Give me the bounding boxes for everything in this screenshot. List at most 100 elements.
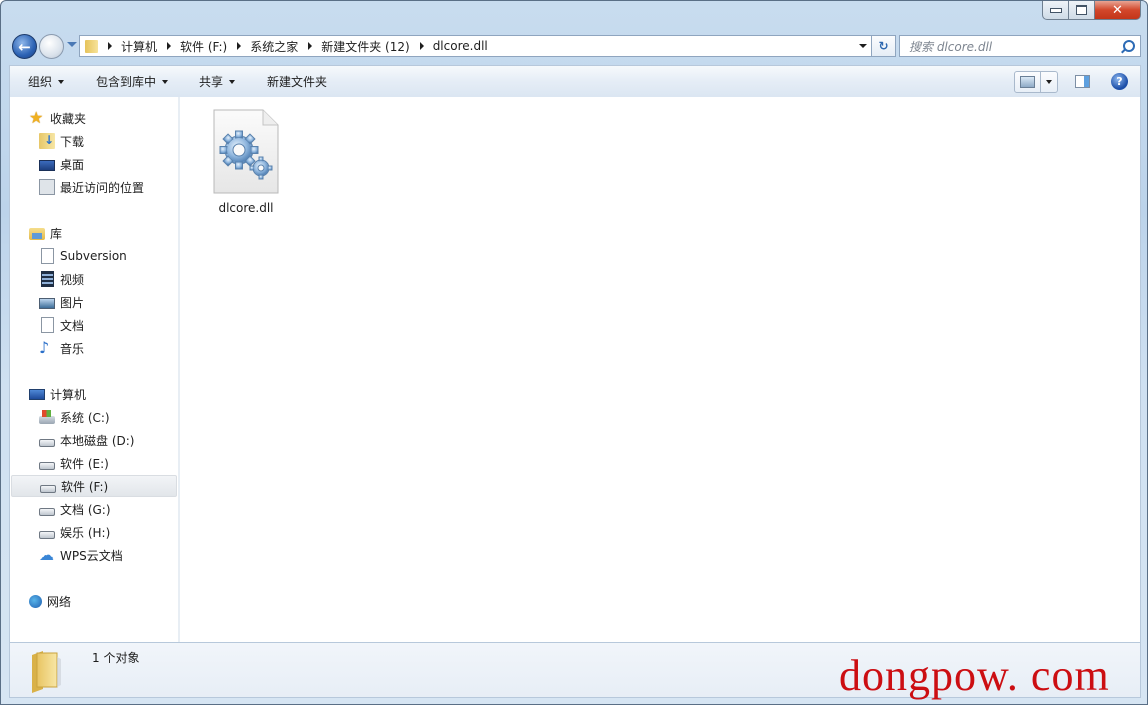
sidebar-item-subversion[interactable]: Subversion (39, 245, 127, 267)
sidebar-label: 计算机 (50, 387, 87, 402)
recent-pages-dropdown[interactable] (67, 42, 77, 47)
sidebar-item-music[interactable]: ♪ 音乐 (39, 337, 84, 359)
sidebar-item-pictures[interactable]: 图片 (39, 291, 84, 313)
view-options-dropdown[interactable] (1041, 72, 1057, 92)
star-icon: ★ (29, 108, 44, 127)
file-name: dlcore.dll (218, 201, 274, 215)
sidebar-label: 文档 (60, 318, 85, 333)
new-folder-button[interactable]: 新建文件夹 (267, 73, 327, 90)
sidebar-item-wps-cloud[interactable]: ☁ WPS云文档 (39, 544, 123, 566)
chevron-down-icon (229, 79, 236, 84)
sidebar-item-drive-g[interactable]: 文档 (G:) (39, 498, 111, 520)
sidebar-label: 收藏夹 (50, 111, 87, 126)
sidebar-item-recent-places[interactable]: 最近访问的位置 (39, 176, 144, 198)
chevron-down-icon (162, 79, 169, 84)
breadcrumb-xitongzhijia[interactable]: 系统之家 (250, 38, 298, 55)
folder-icon (85, 39, 98, 53)
network-icon (29, 594, 42, 608)
address-bar[interactable]: 计算机 软件 (F:) 系统之家 新建文件夹 (12) dlcore.dll (79, 35, 872, 57)
sidebar-label: 系统 (C:) (60, 410, 110, 425)
breadcrumb-drive-f[interactable]: 软件 (F:) (180, 38, 227, 55)
sidebar-item-drive-f[interactable]: 软件 (F:) (11, 475, 177, 497)
address-history-dropdown[interactable] (859, 44, 867, 48)
file-list: dlcore.dll (180, 97, 1141, 642)
navigation-bar: ← 计算机 软件 (F:) 系统之家 新建文件夹 (12) dlcore.dll… (9, 33, 1141, 59)
sidebar-item-drive-c[interactable]: 系统 (C:) (39, 406, 110, 428)
drive-icon (39, 507, 55, 516)
system-drive-icon (39, 410, 55, 424)
forward-button[interactable] (39, 34, 64, 59)
sidebar-label: 最近访问的位置 (60, 180, 145, 195)
sidebar-label: 图片 (60, 295, 85, 310)
minimize-button[interactable] (1042, 1, 1069, 20)
subversion-library-icon (41, 248, 54, 264)
breadcrumb-new-folder-12[interactable]: 新建文件夹 (12) (321, 38, 409, 55)
sidebar-item-videos[interactable]: 视频 (39, 268, 84, 290)
maximize-button[interactable] (1069, 1, 1095, 20)
navigation-pane: ★ 收藏夹 下载 桌面 最近访问的位置 库 Subversion 视频 图片 文档… (9, 97, 178, 642)
breadcrumb-dlcore[interactable]: dlcore.dll (433, 39, 488, 53)
video-icon (41, 271, 54, 287)
share-menu[interactable]: 共享 (199, 73, 236, 90)
sidebar-label: 软件 (E:) (60, 456, 109, 471)
breadcrumb-separator-icon[interactable] (108, 42, 112, 50)
command-bar: 组织 包含到库中 共享 新建文件夹 ? (9, 65, 1141, 97)
music-note-icon: ♪ (39, 338, 50, 357)
library-icon (29, 228, 45, 240)
sidebar-item-computer[interactable]: 计算机 (29, 383, 86, 405)
breadcrumb-separator-icon[interactable] (308, 42, 313, 50)
refresh-button[interactable]: ↻ (872, 35, 896, 57)
breadcrumb-separator-icon[interactable] (419, 42, 424, 50)
pictures-icon (39, 297, 55, 309)
close-icon: ✕ (1112, 2, 1123, 18)
sidebar-item-favorites[interactable]: ★ 收藏夹 (29, 107, 86, 129)
downloads-icon (39, 133, 55, 149)
help-icon[interactable]: ? (1111, 73, 1128, 90)
sidebar-label: 本地磁盘 (D:) (60, 433, 135, 448)
search-placeholder: 搜索 dlcore.dll (909, 39, 993, 54)
change-view-button[interactable] (1014, 71, 1058, 93)
file-item[interactable]: dlcore.dll (212, 109, 280, 215)
sidebar-label: 桌面 (60, 157, 85, 172)
watermark-text: dongpow. com (839, 651, 1110, 700)
sidebar-item-documents[interactable]: 文档 (39, 314, 84, 336)
sidebar-label: 音乐 (60, 341, 85, 356)
include-in-library-menu[interactable]: 包含到库中 (96, 73, 169, 90)
organize-label: 组织 (28, 75, 53, 89)
maximize-icon (1076, 5, 1087, 15)
view-mode-button[interactable] (1015, 72, 1041, 92)
sidebar-label: 库 (50, 226, 63, 241)
organize-menu[interactable]: 组织 (28, 73, 65, 90)
sidebar-label: 下载 (60, 134, 85, 149)
sidebar-item-downloads[interactable]: 下载 (39, 130, 84, 152)
sidebar-item-drive-h[interactable]: 娱乐 (H:) (39, 521, 110, 543)
folder-icon (29, 649, 61, 693)
search-input[interactable]: 搜索 dlcore.dll (899, 35, 1141, 57)
dll-gear-icon (213, 109, 279, 194)
drive-icon (40, 484, 56, 493)
breadcrumb-computer[interactable]: 计算机 (121, 38, 157, 55)
refresh-icon: ↻ (878, 39, 889, 53)
sidebar-label: 软件 (F:) (61, 479, 109, 494)
caption-buttons: ✕ (1042, 1, 1141, 21)
documents-icon (41, 317, 54, 333)
sidebar-label: WPS云文档 (60, 548, 123, 563)
item-count: 1 个对象 (92, 651, 140, 665)
drive-icon (39, 530, 55, 539)
back-button[interactable]: ← (12, 34, 37, 59)
explorer-window: ✕ ← 计算机 软件 (F:) 系统之家 新建文件夹 (12) dlcore.d… (0, 0, 1148, 705)
breadcrumb-separator-icon[interactable] (167, 42, 172, 50)
drive-icon (39, 438, 55, 447)
computer-icon (29, 388, 45, 400)
sidebar-label: Subversion (60, 249, 127, 263)
close-button[interactable]: ✕ (1095, 1, 1141, 20)
sidebar-item-drive-e[interactable]: 软件 (E:) (39, 452, 109, 474)
sidebar-item-desktop[interactable]: 桌面 (39, 153, 84, 175)
breadcrumb-separator-icon[interactable] (237, 42, 242, 50)
sidebar-item-libraries[interactable]: 库 (29, 222, 62, 244)
sidebar-item-drive-d[interactable]: 本地磁盘 (D:) (39, 429, 134, 451)
sidebar-item-network[interactable]: 网络 (29, 590, 71, 612)
preview-pane-toggle-icon[interactable] (1075, 75, 1090, 88)
help-glyph: ? (1116, 75, 1123, 88)
search-icon[interactable] (1123, 40, 1135, 52)
